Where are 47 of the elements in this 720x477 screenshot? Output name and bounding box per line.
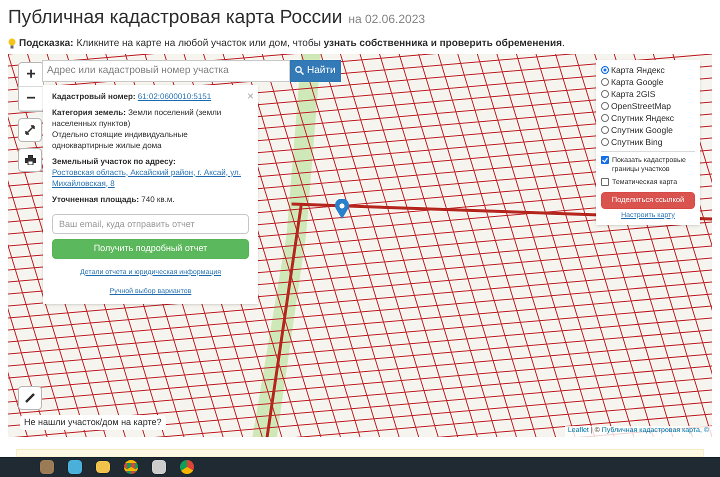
fullscreen-button[interactable] — [18, 118, 42, 142]
search-field[interactable]: Адрес или кадастровый номер участка — [42, 60, 290, 82]
field-link[interactable]: 61:02:0600010:5151 — [138, 90, 212, 102]
search-button[interactable]: Найти — [290, 60, 341, 82]
app-icon[interactable] — [68, 460, 82, 474]
print-button[interactable] — [18, 148, 42, 172]
not-found-label[interactable]: Не нашли участок/дом на карте? — [20, 414, 166, 430]
map-marker-icon — [335, 198, 349, 218]
folder-icon[interactable] — [96, 461, 110, 473]
layer-option[interactable]: Карта 2GIS — [601, 88, 695, 100]
browser-icon[interactable] — [180, 460, 194, 474]
layer-option[interactable]: Спутник Bing — [601, 136, 695, 148]
lightbulb-icon — [8, 38, 16, 48]
radio-button[interactable] — [601, 102, 609, 110]
layer-option[interactable]: Спутник Google — [601, 124, 695, 136]
radio-button[interactable] — [601, 66, 609, 74]
ruler-button[interactable] — [18, 386, 42, 410]
checkmark-icon — [602, 156, 608, 162]
radio-button[interactable] — [601, 114, 609, 122]
field-label: Кадастровый номер: — [52, 92, 137, 100]
search-icon — [295, 66, 304, 75]
radio-button[interactable] — [601, 78, 609, 86]
email-field[interactable]: Ваш email, куда отправить отчет — [52, 214, 249, 234]
printer-icon — [24, 154, 36, 164]
expand-icon — [25, 124, 35, 134]
layer-option[interactable]: OpenStreetMap — [601, 100, 695, 112]
browser-icon[interactable] — [124, 460, 138, 474]
layer-option[interactable]: Спутник Яндекс — [601, 112, 695, 124]
app-icon[interactable] — [152, 460, 166, 474]
field-label: Земельный участок по адресу: — [52, 156, 176, 166]
layer-option[interactable]: Карта Яндекс — [601, 64, 695, 76]
page-title: Публичная кадастровая карта России — [8, 6, 342, 30]
ruler-icon — [25, 392, 35, 402]
checkbox[interactable] — [601, 178, 609, 186]
field-note: Отдельно стоящие индивидуальные одноквартирные жилые дома — [52, 128, 189, 150]
date-label: на 02.06.2023 — [348, 11, 426, 28]
field-text: Уточненная площадь: 740 кв.м. — [52, 194, 176, 204]
hint-text: Кликните на карте на любой участок или дом, чтобы узнать собственника и проверить обременения. — [76, 36, 565, 50]
radio-button[interactable] — [601, 90, 609, 98]
app-icon[interactable] — [40, 460, 54, 474]
radio-button[interactable] — [601, 126, 609, 134]
layer-option[interactable]: Карта Google — [601, 76, 695, 88]
radio-button[interactable] — [601, 138, 609, 146]
hint-label: Подсказка: — [19, 36, 74, 50]
field-link[interactable]: Ростовская область, Аксайский район, г. Аксай, ул. Михайловская, 8 — [52, 166, 249, 188]
field-text: Категория земель: Земли поселений (земли населенных пунктов) — [52, 106, 222, 128]
checkbox[interactable] — [601, 156, 609, 164]
